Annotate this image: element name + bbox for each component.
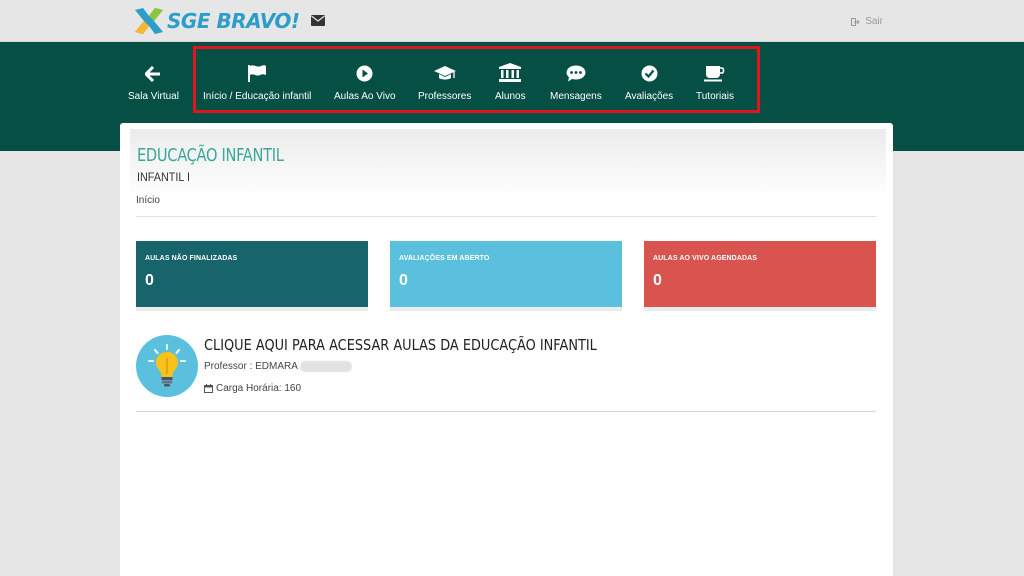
top-bar: SGE BRAVO! Sair <box>0 0 1024 42</box>
sign-out-icon <box>851 17 860 26</box>
stat-value: 0 <box>399 272 408 289</box>
stat-card-aulas-ao-vivo-agendadas[interactable]: AULAS AO VIVO AGENDADAS 0 <box>644 241 876 307</box>
stat-card-avaliacoes-em-aberto[interactable]: AVALIAÇÕES EM ABERTO 0 <box>390 241 622 307</box>
stat-label: AULAS AO VIVO AGENDADAS <box>653 255 758 262</box>
course-title[interactable]: CLIQUE AQUI PARA ACESSAR AULAS DA EDUCAÇ… <box>204 336 597 354</box>
course-hours: Carga Horária: 160 <box>204 383 301 394</box>
course-link[interactable]: CLIQUE AQUI PARA ACESSAR AULAS DA EDUCAÇ… <box>136 333 876 413</box>
stat-label: AULAS NÃO FINALIZADAS <box>145 255 238 262</box>
card-shadow <box>644 307 876 311</box>
stat-value: 0 <box>653 272 662 289</box>
main-panel: EDUCAÇÃO INFANTIL INFANTIL I Início AULA… <box>120 123 893 576</box>
logo-x-icon <box>135 8 163 34</box>
arrow-left-icon <box>145 66 161 82</box>
mail-icon[interactable] <box>311 15 325 26</box>
logout-label: Sair <box>865 16 883 27</box>
brand-name: SGE BRAVO! <box>167 9 300 33</box>
logout-button[interactable]: Sair <box>851 16 883 27</box>
hours-label: Carga Horária: 160 <box>216 383 302 394</box>
redacted-name <box>299 361 352 372</box>
card-shadow <box>390 307 622 311</box>
divider <box>136 411 876 412</box>
card-shadow <box>136 307 368 311</box>
stat-card-aulas-nao-finalizadas[interactable]: AULAS NÃO FINALIZADAS 0 <box>136 241 368 307</box>
stat-value: 0 <box>145 272 154 289</box>
course-icon-circle <box>136 335 198 397</box>
stat-label: AVALIAÇÕES EM ABERTO <box>399 255 490 262</box>
breadcrumb[interactable]: Início <box>136 195 160 206</box>
nav-item-sala-virtual[interactable]: Sala Virtual <box>128 62 179 102</box>
highlight-box <box>193 46 760 113</box>
logo[interactable]: SGE BRAVO! <box>133 6 300 36</box>
lightbulb-icon <box>148 344 186 387</box>
nav-label: Sala Virtual <box>128 91 179 102</box>
divider <box>136 216 876 217</box>
page-title: EDUCAÇÃO INFANTIL <box>137 145 284 166</box>
teacher-name: Professor : EDMARA <box>204 361 298 373</box>
course-teacher: Professor : EDMARA <box>204 361 352 372</box>
page-subtitle: INFANTIL I <box>137 170 191 184</box>
calendar-icon <box>204 384 213 393</box>
